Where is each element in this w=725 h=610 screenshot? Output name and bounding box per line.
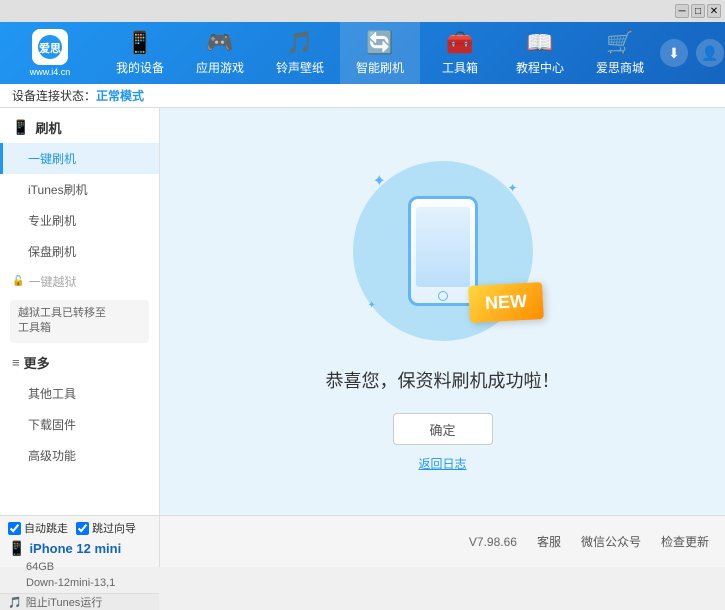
sidebar-item-advanced[interactable]: 高级功能	[0, 440, 159, 471]
sidebar-item-pro-flash[interactable]: 专业刷机	[0, 205, 159, 236]
back-link[interactable]: 返回日志	[418, 455, 466, 472]
header-right: ⬇ 👤	[660, 39, 725, 67]
customer-service-link[interactable]: 客服	[537, 533, 561, 550]
logo-text: www.i4.cn	[30, 67, 71, 78]
nav-item-ringtones[interactable]: 🎵 铃声壁纸	[260, 22, 340, 84]
nav-item-apps-games[interactable]: 🎮 应用游戏	[180, 22, 260, 84]
skip-wizard-checkbox-label[interactable]: 跳过向导	[76, 520, 136, 536]
jailbreak-label: 一键越狱	[28, 273, 76, 290]
skip-wizard-label: 跳过向导	[92, 520, 136, 536]
user-button[interactable]: 👤	[696, 39, 724, 67]
smart-flash-label: 智能刷机	[356, 59, 404, 76]
new-badge: NEW	[468, 282, 544, 323]
flash-section-icon: 📱	[12, 119, 29, 136]
sidebar-flash-title: 📱 刷机	[0, 112, 159, 143]
checkboxes-area: 自动跳走 跳过向导 📱 iPhone 12 mini 64GB Down-12m…	[8, 520, 136, 589]
auto-jump-checkbox[interactable]	[8, 522, 21, 535]
nav-item-smart-flash[interactable]: 🔄 智能刷机	[340, 22, 420, 84]
auto-jump-checkbox-label[interactable]: 自动跳走	[8, 520, 68, 536]
sidebar-more-title: ≡ 更多	[0, 347, 159, 378]
phone-shape	[408, 196, 478, 306]
toolbox-icon: 🧰	[446, 30, 473, 56]
nav-item-tutorials[interactable]: 📖 教程中心	[500, 22, 580, 84]
download-button[interactable]: ⬇	[660, 39, 688, 67]
device-status-label: 设备连接状态：	[12, 87, 96, 104]
logo-icon: 爱思	[32, 29, 68, 65]
logo-svg: 爱思	[36, 33, 64, 61]
title-bar: ─ □ ✕	[0, 0, 725, 22]
checkboxes-row: 自动跳走 跳过向导	[8, 520, 136, 536]
tutorials-icon: 📖	[526, 30, 553, 56]
toolbox-label: 工具箱	[442, 59, 478, 76]
my-device-label: 我的设备	[116, 59, 164, 76]
device-phone-icon: 📱	[8, 540, 25, 557]
apps-games-icon: 🎮	[206, 30, 233, 56]
my-device-icon: 📱	[126, 30, 153, 56]
sidebar-jailbreak-title: 🔓 一键越狱	[0, 267, 159, 296]
auto-jump-label: 自动跳走	[24, 520, 68, 536]
apps-games-label: 应用游戏	[196, 59, 244, 76]
check-update-link[interactable]: 检查更新	[661, 533, 709, 550]
version-text: V7.98.66	[469, 535, 517, 549]
sparkle-3-icon: ✦	[368, 300, 376, 311]
nav-item-store[interactable]: 🛒 爱思商城	[580, 22, 660, 84]
sidebar-item-one-click-flash[interactable]: 一键刷机	[0, 143, 159, 174]
logo-box: 爱思 www.i4.cn	[22, 25, 78, 81]
ringtones-label: 铃声壁纸	[276, 59, 324, 76]
store-icon: 🛒	[606, 30, 633, 56]
nav-items: 📱 我的设备 🎮 应用游戏 🎵 铃声壁纸 🔄 智能刷机 🧰 工具箱 📖 教程中心…	[100, 22, 660, 84]
logo-area: 爱思 www.i4.cn	[0, 22, 100, 84]
nav-item-toolbox[interactable]: 🧰 工具箱	[420, 22, 500, 84]
device-model: Down-12mini-13,1	[8, 577, 136, 589]
device-status-bar: 设备连接状态： 正常模式	[0, 84, 725, 108]
sparkle-1-icon: ✦	[373, 171, 386, 191]
phone-illustration: ✦ ✦ ✦ NEW	[343, 151, 543, 351]
ringtones-icon: 🎵	[286, 30, 313, 56]
sidebar-item-save-flash[interactable]: 保盘刷机	[0, 236, 159, 267]
tutorials-label: 教程中心	[516, 59, 564, 76]
jailbreak-notice-text: 越狱工具已转移至 工具箱	[18, 307, 106, 334]
device-name: iPhone 12 mini	[29, 541, 121, 556]
sidebar-item-other-tools[interactable]: 其他工具	[0, 378, 159, 409]
close-button[interactable]: ✕	[707, 4, 721, 18]
smart-flash-icon: 🔄	[366, 30, 393, 56]
success-message: 恭喜您，保资料刷机成功啦！	[326, 367, 560, 393]
itunes-icon: 🎵	[8, 596, 22, 609]
more-section-icon: ≡	[12, 355, 20, 370]
sidebar-item-itunes-flash[interactable]: iTunes刷机	[0, 174, 159, 205]
bottom-left-top: 自动跳走 跳过向导 📱 iPhone 12 mini 64GB Down-12m…	[0, 516, 159, 593]
sidebar-jailbreak-notice: 越狱工具已转移至 工具箱	[10, 300, 149, 343]
phone-screen	[416, 207, 470, 287]
flash-section-label: 刷机	[35, 118, 61, 137]
main-layout: 📱 刷机 一键刷机 iTunes刷机 专业刷机 保盘刷机 🔓 一键越狱 越狱工具…	[0, 108, 725, 515]
wechat-public-link[interactable]: 微信公众号	[581, 533, 641, 550]
store-label: 爱思商城	[596, 59, 644, 76]
device-status-value: 正常模式	[96, 87, 144, 104]
minimize-button[interactable]: ─	[675, 4, 689, 18]
itunes-bar: 🎵 阻止iTunes运行	[0, 593, 159, 610]
bottom-left: 自动跳走 跳过向导 📱 iPhone 12 mini 64GB Down-12m…	[0, 516, 160, 567]
sidebar: 📱 刷机 一键刷机 iTunes刷机 专业刷机 保盘刷机 🔓 一键越狱 越狱工具…	[0, 108, 160, 515]
jailbreak-icon: 🔓	[12, 276, 24, 287]
maximize-button[interactable]: □	[691, 4, 705, 18]
itunes-bar-text: 阻止iTunes运行	[26, 594, 103, 610]
skip-wizard-checkbox[interactable]	[76, 522, 89, 535]
content-area: ✦ ✦ ✦ NEW 恭喜您，保资料刷机成功啦！ 确定 返回日志	[160, 108, 725, 515]
more-section-label: 更多	[24, 353, 50, 372]
device-storage: 64GB	[8, 561, 136, 573]
header: 爱思 www.i4.cn 📱 我的设备 🎮 应用游戏 🎵 铃声壁纸 🔄 智能刷机…	[0, 22, 725, 84]
phone-home-btn	[438, 291, 448, 301]
svg-text:爱思: 爱思	[39, 42, 61, 55]
bottom-right: V7.98.66 客服 微信公众号 检查更新	[160, 516, 725, 567]
sidebar-item-download-firmware[interactable]: 下载固件	[0, 409, 159, 440]
device-info-line: 📱 iPhone 12 mini	[8, 540, 136, 557]
confirm-button[interactable]: 确定	[393, 413, 493, 445]
phone-bg-circle: ✦ ✦ ✦ NEW	[353, 161, 533, 341]
nav-item-my-device[interactable]: 📱 我的设备	[100, 22, 180, 84]
sparkle-2-icon: ✦	[507, 181, 517, 195]
